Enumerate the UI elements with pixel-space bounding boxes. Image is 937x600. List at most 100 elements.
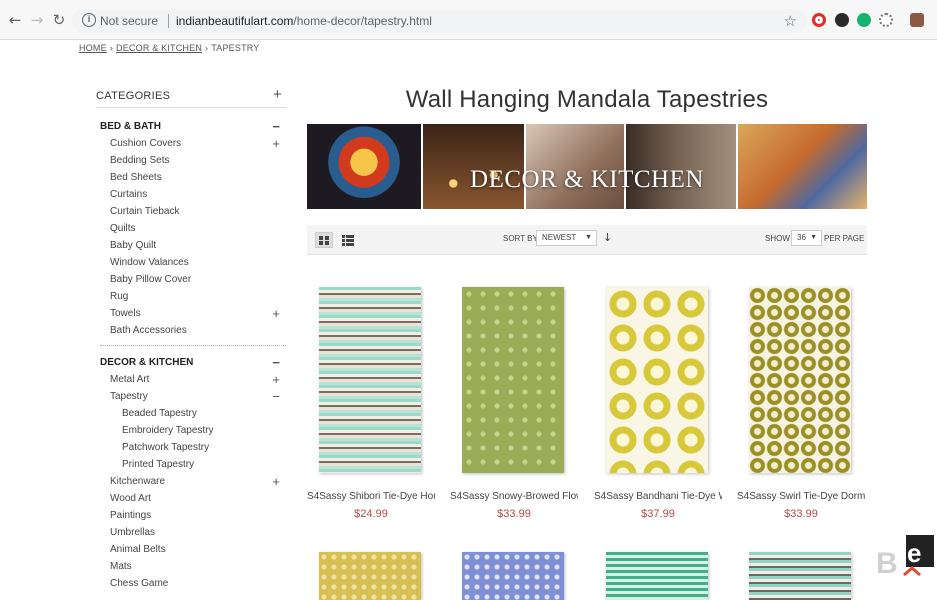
sidebar-item-wood-art[interactable]: Wood Art (96, 490, 286, 507)
sidebar-item-towels[interactable]: Towels + (96, 305, 286, 322)
watermark-logo: B e (876, 535, 934, 580)
product-name[interactable]: S4Sassy Bandhani Tie-Dye Wall (594, 491, 722, 502)
section-bed-bath: BED & BATH − Cushion Covers + Bedding Sets… (96, 118, 286, 346)
sidebar-item-bed-sheets[interactable]: Bed Sheets (96, 169, 286, 186)
sidebar-item-baby-pillow-cover[interactable]: Baby Pillow Cover (96, 271, 286, 288)
product-image[interactable] (749, 287, 851, 473)
list-view-icon[interactable] (339, 232, 357, 248)
sidebar-item-quilts[interactable]: Quilts (96, 220, 286, 237)
product-name[interactable]: S4Sassy Swirl Tie-Dye Dorm (737, 491, 865, 502)
sidebar-item-embroidery-tapestry[interactable]: Embroidery Tapestry (96, 422, 286, 439)
banner-title: DECOR & KITCHEN (470, 166, 704, 193)
sidebar-item-chess-game[interactable]: Chess Game (96, 575, 286, 592)
expand-icon[interactable]: + (272, 305, 280, 322)
per-page-label: PER PAGE (824, 234, 865, 243)
sidebar-item-cushion-covers[interactable]: Cushion Covers + (96, 135, 286, 152)
expand-icon[interactable]: + (273, 86, 282, 103)
breadcrumb: HOME › DECOR & KITCHEN › TAPESTRY (79, 43, 260, 53)
profile-avatar[interactable] (910, 13, 924, 27)
breadcrumb-separator: › (109, 43, 114, 53)
product-image[interactable] (462, 287, 564, 473)
collapse-icon[interactable]: − (272, 388, 280, 405)
sidebar-item-bedding-sets[interactable]: Bedding Sets (96, 152, 286, 169)
sidebar-item-window-valances[interactable]: Window Valances (96, 254, 286, 271)
sidebar-item-curtains[interactable]: Curtains (96, 186, 286, 203)
product-name[interactable]: S4Sassy Snowy-Browed Flowe (450, 491, 578, 502)
expand-icon[interactable]: + (272, 135, 280, 152)
category-banner: DECOR & KITCHEN (307, 124, 867, 209)
breadcrumb-separator: › (205, 43, 209, 53)
dark-extension-icon[interactable] (835, 13, 849, 27)
caret-down-icon: ▼ (810, 234, 817, 241)
address-separator (168, 14, 169, 28)
sidebar-item-label: Metal Art (110, 374, 150, 385)
categories-header[interactable]: CATEGORIES + (96, 86, 286, 108)
sidebar-item-printed-tapestry[interactable]: Printed Tapestry (96, 456, 286, 473)
product-price: $37.99 (641, 508, 675, 520)
section-label: DECOR & KITCHEN (100, 357, 194, 368)
product-image-partial[interactable] (749, 552, 851, 600)
grid-view-icon[interactable] (315, 232, 333, 248)
browser-toolbar: ← → ↻ i Not secure indianbeautifulart.co… (0, 0, 937, 40)
product-image-partial[interactable] (462, 552, 564, 600)
product-price: $24.99 (354, 508, 388, 520)
reload-icon[interactable]: ↻ (50, 11, 68, 29)
show-label: SHOW (765, 234, 790, 243)
product-image[interactable] (319, 287, 421, 473)
sidebar-item-umbrellas[interactable]: Umbrellas (96, 524, 286, 541)
sidebar-item-tapestry[interactable]: Tapestry − (96, 388, 286, 405)
expand-icon[interactable]: + (272, 371, 280, 388)
sidebar-item-beaded-tapestry[interactable]: Beaded Tapestry (96, 405, 286, 422)
sidebar-item-bath-accessories[interactable]: Bath Accessories (96, 322, 286, 339)
sidebar-item-mats[interactable]: Mats (96, 558, 286, 575)
product-image-partial[interactable] (606, 552, 708, 600)
expand-icon[interactable]: + (272, 473, 280, 490)
sort-by-label: SORT BY (503, 234, 538, 243)
breadcrumb-home[interactable]: HOME (79, 43, 107, 53)
collapse-icon[interactable]: − (272, 354, 280, 371)
url-text[interactable]: indianbeautifulart.com/home-decor/tapest… (176, 14, 432, 28)
section-title-decor-kitchen[interactable]: DECOR & KITCHEN − (96, 354, 286, 371)
svg-text:e: e (907, 538, 921, 568)
product-price: $33.99 (497, 508, 531, 520)
sort-select[interactable]: NEWEST ▼ (536, 230, 597, 246)
sort-value: NEWEST (542, 233, 577, 242)
product-price: $33.99 (784, 508, 818, 520)
address-bar[interactable]: i Not secure indianbeautifulart.com/home… (72, 9, 807, 33)
security-label: Not secure (100, 14, 159, 28)
info-icon[interactable]: i (82, 13, 96, 27)
settings-extension-icon[interactable] (879, 13, 893, 27)
product-name[interactable]: S4Sassy Shibori Tie-Dye Home (307, 491, 435, 502)
sidebar-item-label: Tapestry (110, 391, 148, 402)
back-icon[interactable]: ← (6, 11, 24, 29)
sidebar-item-label: Towels (110, 308, 141, 319)
sidebar-item-animal-belts[interactable]: Animal Belts (96, 541, 286, 558)
section-decor-kitchen: DECOR & KITCHEN − Metal Art + Tapestry − Be… (96, 354, 286, 592)
sidebar-item-kitchenware[interactable]: Kitchenware + (96, 473, 286, 490)
page-title: Wall Hanging Mandala Tapestries (405, 86, 769, 113)
sort-direction-icon[interactable]: ↓ (603, 231, 612, 244)
bookmark-star-icon[interactable]: ☆ (784, 12, 797, 30)
product-image[interactable] (606, 287, 708, 473)
url-path: /home-decor/tapestry.html (293, 14, 432, 28)
breadcrumb-current: TAPESTRY (211, 43, 260, 53)
section-label: BED & BATH (100, 121, 161, 132)
category-sidebar: CATEGORIES + BED & BATH − Cushion Covers +… (96, 86, 286, 592)
collapse-icon[interactable]: − (272, 118, 280, 135)
sidebar-item-curtain-tieback[interactable]: Curtain Tieback (96, 203, 286, 220)
product-image-partial[interactable] (319, 552, 421, 600)
sidebar-item-paintings[interactable]: Paintings (96, 507, 286, 524)
categories-title: CATEGORIES (96, 90, 171, 102)
sidebar-item-metal-art[interactable]: Metal Art + (96, 371, 286, 388)
sidebar-item-label: Kitchenware (110, 476, 166, 487)
per-page-select[interactable]: 36 ▼ (791, 230, 822, 246)
grammarly-extension-icon[interactable] (857, 13, 871, 27)
breadcrumb-decor-kitchen[interactable]: DECOR & KITCHEN (116, 43, 202, 53)
section-title-bed-bath[interactable]: BED & BATH − (96, 118, 286, 135)
opera-extension-icon[interactable] (812, 13, 826, 27)
sidebar-item-baby-quilt[interactable]: Baby Quilt (96, 237, 286, 254)
caret-down-icon: ▼ (585, 234, 592, 241)
sidebar-item-rug[interactable]: Rug (96, 288, 286, 305)
sidebar-item-patchwork-tapestry[interactable]: Patchwork Tapestry (96, 439, 286, 456)
forward-icon[interactable]: → (28, 11, 46, 29)
